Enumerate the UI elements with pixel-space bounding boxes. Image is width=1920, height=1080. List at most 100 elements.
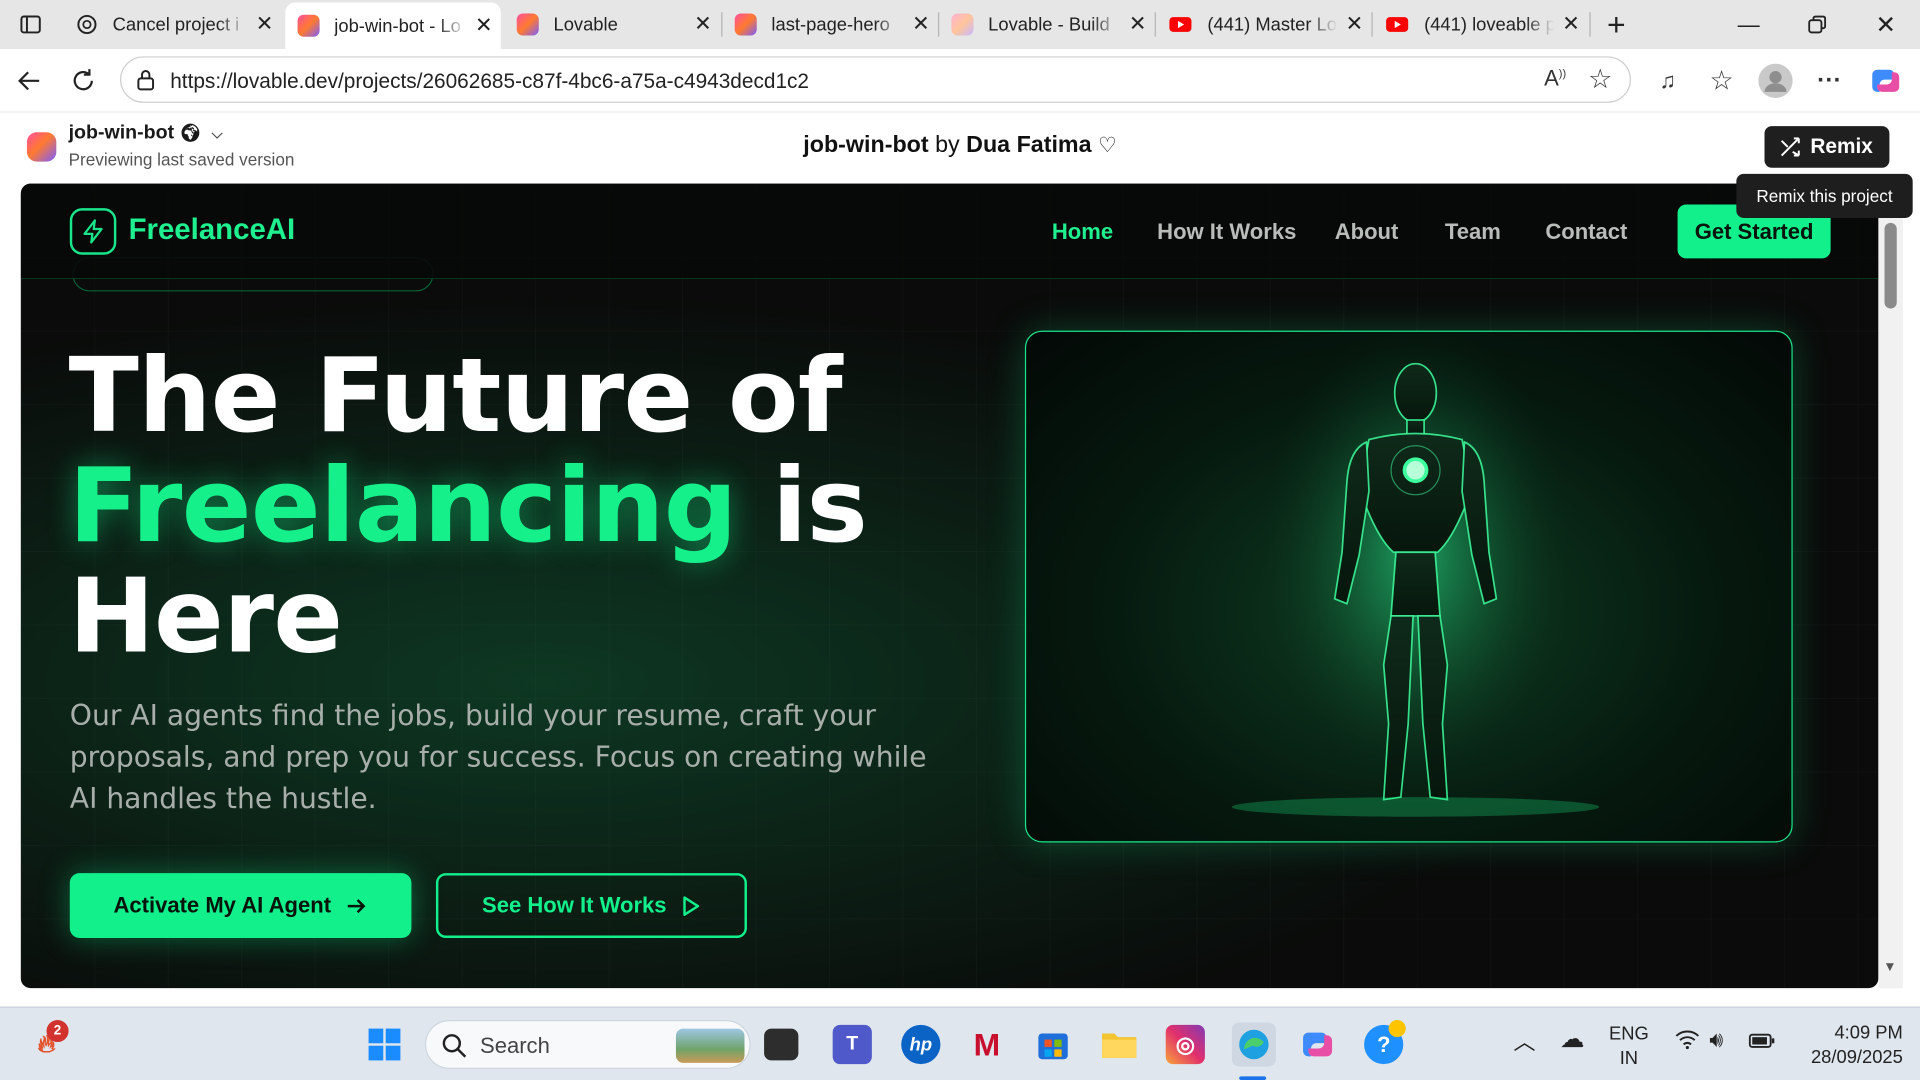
windows-start-icon[interactable] bbox=[365, 1025, 404, 1064]
weather-widget-icon[interactable]: 🔥︎ 2 bbox=[27, 1020, 69, 1064]
new-tab-icon[interactable]: + bbox=[1587, 0, 1646, 49]
lovable-icon bbox=[516, 13, 539, 36]
lock-icon[interactable] bbox=[136, 69, 156, 97]
scroll-down-arrow-icon[interactable]: ▼ bbox=[1883, 960, 1896, 975]
youtube-icon bbox=[1169, 17, 1192, 32]
byline-author[interactable]: Dua Fatima bbox=[966, 132, 1091, 158]
tab-title: Lovable - Build bbox=[988, 14, 1110, 35]
url-text: https://lovable.dev/projects/26062685-c8… bbox=[170, 69, 810, 94]
address-bar[interactable]: https://lovable.dev/projects/26062685-c8… bbox=[120, 56, 1632, 103]
favorite-star-icon[interactable]: ☆ bbox=[1588, 64, 1612, 96]
page-scrollbar[interactable]: ▼ bbox=[1878, 217, 1903, 989]
mcafee-icon[interactable]: M bbox=[967, 1025, 1006, 1064]
show-hidden-icons[interactable]: ︿ bbox=[1513, 1030, 1535, 1054]
taskbar-search[interactable]: Search bbox=[424, 1020, 751, 1069]
battery-icon[interactable] bbox=[1748, 1031, 1776, 1055]
browser-tab-active[interactable]: job-win-bot - Lo ✕ bbox=[285, 2, 501, 49]
clock-time: 4:09 PM bbox=[1834, 1022, 1903, 1044]
hp-icon[interactable]: hp bbox=[901, 1024, 941, 1065]
more-menu-icon[interactable]: ··· bbox=[1810, 61, 1849, 100]
close-tab-icon[interactable]: ✕ bbox=[904, 12, 938, 36]
browser-tab[interactable]: Lovable ✕ bbox=[504, 5, 720, 44]
close-tab-icon[interactable]: ✕ bbox=[686, 12, 720, 36]
hero-headline: The Future of Freelancing is Here bbox=[69, 340, 868, 671]
read-aloud-icon[interactable]: A)) bbox=[1544, 66, 1566, 92]
tab-actions-icon[interactable] bbox=[0, 0, 61, 49]
close-tab-icon[interactable]: ✕ bbox=[467, 13, 501, 37]
edge-browser-icon[interactable] bbox=[1231, 1022, 1276, 1067]
back-arrow-icon[interactable] bbox=[10, 61, 49, 100]
tab-title: Lovable bbox=[553, 14, 618, 35]
copilot-icon[interactable] bbox=[1866, 61, 1905, 100]
play-icon bbox=[683, 895, 700, 916]
nav-link-how-it-works[interactable]: How It Works bbox=[1157, 219, 1296, 245]
browser-tab[interactable]: Cancel project i ✕ bbox=[64, 5, 282, 44]
windows-taskbar: 🔥︎ 2 Search T hp M ◎ ? ︿ ☁︎ ENG IN 🔊︎ 4:… bbox=[0, 1006, 1920, 1080]
hero-description: Our AI agents find the jobs, build your … bbox=[69, 700, 927, 816]
close-window-icon[interactable]: ✕ bbox=[1851, 0, 1920, 49]
help-badge bbox=[1388, 1020, 1406, 1038]
headline-highlight: Freelancing bbox=[68, 445, 738, 566]
instagram-icon[interactable]: ◎ bbox=[1165, 1024, 1205, 1065]
microsoft-store-icon[interactable] bbox=[1033, 1025, 1072, 1064]
favorites-icon[interactable]: ☆ bbox=[1702, 61, 1741, 100]
headline-line-2: Freelancing is bbox=[69, 451, 868, 561]
close-tab-icon[interactable]: ✕ bbox=[247, 12, 281, 36]
site-navbar: FreelanceAI Home How It Works About Team… bbox=[20, 183, 1879, 280]
close-tab-icon[interactable]: ✕ bbox=[1120, 12, 1154, 36]
copilot-app-icon[interactable] bbox=[1298, 1025, 1337, 1064]
browser-tab[interactable]: (441) loveable p ✕ bbox=[1373, 5, 1589, 44]
remix-label: Remix bbox=[1810, 134, 1873, 158]
project-byline: job-win-bot by Dua Fatima ♡ bbox=[0, 132, 1920, 159]
site-brand[interactable]: FreelanceAI bbox=[129, 213, 296, 247]
heart-icon[interactable]: ♡ bbox=[1098, 133, 1117, 156]
lovable-icon bbox=[297, 14, 320, 37]
profile-avatar[interactable] bbox=[1756, 61, 1795, 100]
tab-title: (441) Master Lo bbox=[1207, 14, 1338, 35]
restore-icon[interactable] bbox=[1783, 0, 1852, 49]
arrow-right-icon bbox=[348, 898, 366, 913]
see-how-label: See How It Works bbox=[482, 892, 667, 918]
chatgpt-icon bbox=[77, 14, 97, 35]
nav-link-about[interactable]: About bbox=[1335, 219, 1399, 245]
onedrive-cloud-icon[interactable]: ☁︎ bbox=[1560, 1027, 1584, 1051]
lovable-header: job-win-bot 🌍︎ ⌵ Previewing last saved v… bbox=[0, 112, 1920, 184]
teams-icon[interactable]: T bbox=[832, 1024, 872, 1065]
tab-title: (441) loveable p bbox=[1424, 14, 1554, 35]
wifi-icon[interactable] bbox=[1675, 1030, 1700, 1057]
headline-line-1: The Future of bbox=[68, 335, 843, 456]
activate-agent-button[interactable]: Activate My AI Agent bbox=[69, 873, 412, 938]
scrollbar-thumb[interactable] bbox=[1884, 222, 1897, 309]
task-view-icon[interactable] bbox=[764, 1028, 799, 1061]
search-icon bbox=[442, 1034, 467, 1058]
nav-link-team[interactable]: Team bbox=[1445, 219, 1501, 245]
notification-badge: 2 bbox=[46, 1020, 69, 1043]
volume-icon[interactable]: 🔊︎ bbox=[1709, 1027, 1723, 1051]
shuffle-icon bbox=[1781, 137, 1801, 157]
active-app-indicator bbox=[1239, 1076, 1267, 1080]
file-explorer-icon[interactable] bbox=[1100, 1025, 1139, 1064]
close-tab-icon[interactable]: ✕ bbox=[1554, 12, 1588, 36]
youtube-icon bbox=[1386, 17, 1409, 32]
tab-title: last-page-hero bbox=[771, 14, 890, 35]
browser-tab[interactable]: last-page-hero ✕ bbox=[722, 5, 938, 44]
screen: Cancel project i ✕ job-win-bot - Lo ✕ Lo… bbox=[0, 0, 1920, 1080]
nav-link-contact[interactable]: Contact bbox=[1545, 219, 1627, 245]
byline-project: job-win-bot bbox=[803, 132, 929, 158]
media-icon[interactable]: ♫ bbox=[1648, 61, 1687, 100]
minimize-icon[interactable]: — bbox=[1714, 0, 1783, 49]
tab-title: job-win-bot - Lo bbox=[334, 15, 461, 37]
close-tab-icon[interactable]: ✕ bbox=[1337, 12, 1371, 36]
lightning-bolt-icon[interactable] bbox=[69, 208, 117, 255]
browser-tab[interactable]: (441) Master Lo ✕ bbox=[1156, 5, 1372, 44]
clock[interactable]: 4:09 PM 28/09/2025 bbox=[1795, 1021, 1903, 1070]
language-indicator[interactable]: ENG IN bbox=[1609, 1022, 1649, 1071]
browser-tab[interactable]: Lovable - Build ✕ bbox=[939, 5, 1155, 44]
see-how-it-works-button[interactable]: See How It Works bbox=[435, 873, 747, 938]
reload-icon[interactable] bbox=[64, 61, 103, 100]
nav-link-home[interactable]: Home bbox=[1052, 219, 1113, 245]
headline-is: is bbox=[771, 445, 868, 566]
remix-tooltip: Remix this project bbox=[1736, 173, 1913, 218]
remix-button[interactable]: Remix bbox=[1764, 126, 1890, 168]
tab-strip: Cancel project i ✕ job-win-bot - Lo ✕ Lo… bbox=[0, 0, 1920, 49]
